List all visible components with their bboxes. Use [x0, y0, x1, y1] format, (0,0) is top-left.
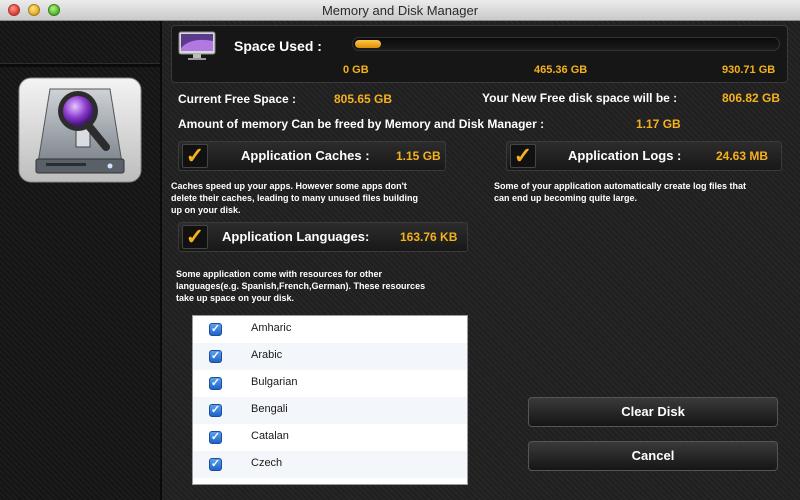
- checkmark-icon: ✓: [185, 143, 205, 168]
- checkmark-icon: ✓: [513, 143, 533, 168]
- language-row[interactable]: ✓ Bulgarian: [193, 370, 467, 397]
- language-name: Bulgarian: [251, 376, 298, 388]
- app-logs-value: 24.63 MB: [716, 149, 769, 163]
- language-row[interactable]: ✓ Catalan: [193, 424, 467, 451]
- language-checkbox-bengali[interactable]: ✓: [209, 404, 222, 417]
- space-used-progress-bar: [352, 37, 780, 51]
- language-checkbox-catalan[interactable]: ✓: [209, 431, 222, 444]
- freed-amount-value: 1.17 GB: [636, 117, 681, 131]
- checkmark-icon: ✓: [185, 224, 205, 249]
- language-row[interactable]: ✓ Amharic: [193, 316, 467, 343]
- new-free-label: Your New Free disk space will be :: [482, 91, 678, 105]
- language-row[interactable]: ✓ Bengali: [193, 397, 467, 424]
- freed-amount-label: Amount of memory Can be freed by Memory …: [178, 117, 545, 131]
- language-list[interactable]: ✓ Amharic ✓ Arabic ✓ Bulgarian ✓ Bengali…: [192, 315, 468, 485]
- app-logs-label: Application Logs :: [568, 148, 682, 163]
- window-title: Memory and Disk Manager: [321, 3, 479, 18]
- monitor-icon: [178, 31, 216, 60]
- space-used-label: Space Used :: [234, 38, 322, 54]
- sidebar-divider: [0, 63, 160, 67]
- space-used-progress-fill: [355, 40, 381, 48]
- app-caches-checkbox[interactable]: ✓: [182, 144, 208, 168]
- clear-disk-button[interactable]: Clear Disk: [528, 397, 778, 427]
- language-name: Amharic: [251, 322, 292, 334]
- app-caches-description: Caches speed up your apps. However some …: [171, 181, 419, 215]
- app-caches-value: 1.15 GB: [396, 149, 441, 163]
- language-name: Arabic: [251, 349, 283, 361]
- app-languages-value: 163.76 KB: [400, 230, 458, 244]
- title-bar: Memory and Disk Manager: [0, 0, 800, 21]
- language-checkbox-czech[interactable]: ✓: [209, 458, 222, 471]
- language-row[interactable]: ✓ Czech: [193, 451, 467, 478]
- scale-mid-label: 465.36 GB: [534, 64, 588, 76]
- current-free-label: Current Free Space :: [178, 92, 297, 106]
- cancel-button[interactable]: Cancel: [528, 441, 778, 471]
- app-caches-label: Application Caches :: [241, 148, 370, 163]
- app-languages-description: Some application come with resources for…: [176, 269, 426, 303]
- scale-min-label: 0 GB: [343, 64, 369, 76]
- scale-max-label: 930.71 GB: [722, 64, 776, 76]
- language-checkbox-amharic[interactable]: ✓: [209, 323, 222, 336]
- app-languages-label: Application Languages:: [222, 229, 370, 244]
- language-row[interactable]: ✓ Arabic: [193, 343, 467, 370]
- app-languages-checkbox[interactable]: ✓: [182, 225, 208, 249]
- language-checkbox-bulgarian[interactable]: ✓: [209, 377, 222, 390]
- current-free-value: 805.65 GB: [334, 92, 393, 106]
- hard-drive-magnifier-icon: [18, 77, 142, 183]
- language-name: Catalan: [251, 430, 289, 442]
- space-used-panel: [171, 25, 788, 83]
- language-name: Czech: [251, 457, 283, 469]
- language-name: Bengali: [251, 403, 288, 415]
- language-checkbox-arabic[interactable]: ✓: [209, 350, 222, 363]
- new-free-value: 806.82 GB: [722, 91, 781, 105]
- app-logs-checkbox[interactable]: ✓: [510, 144, 536, 168]
- app-logs-description: Some of your application automatically c…: [494, 181, 747, 203]
